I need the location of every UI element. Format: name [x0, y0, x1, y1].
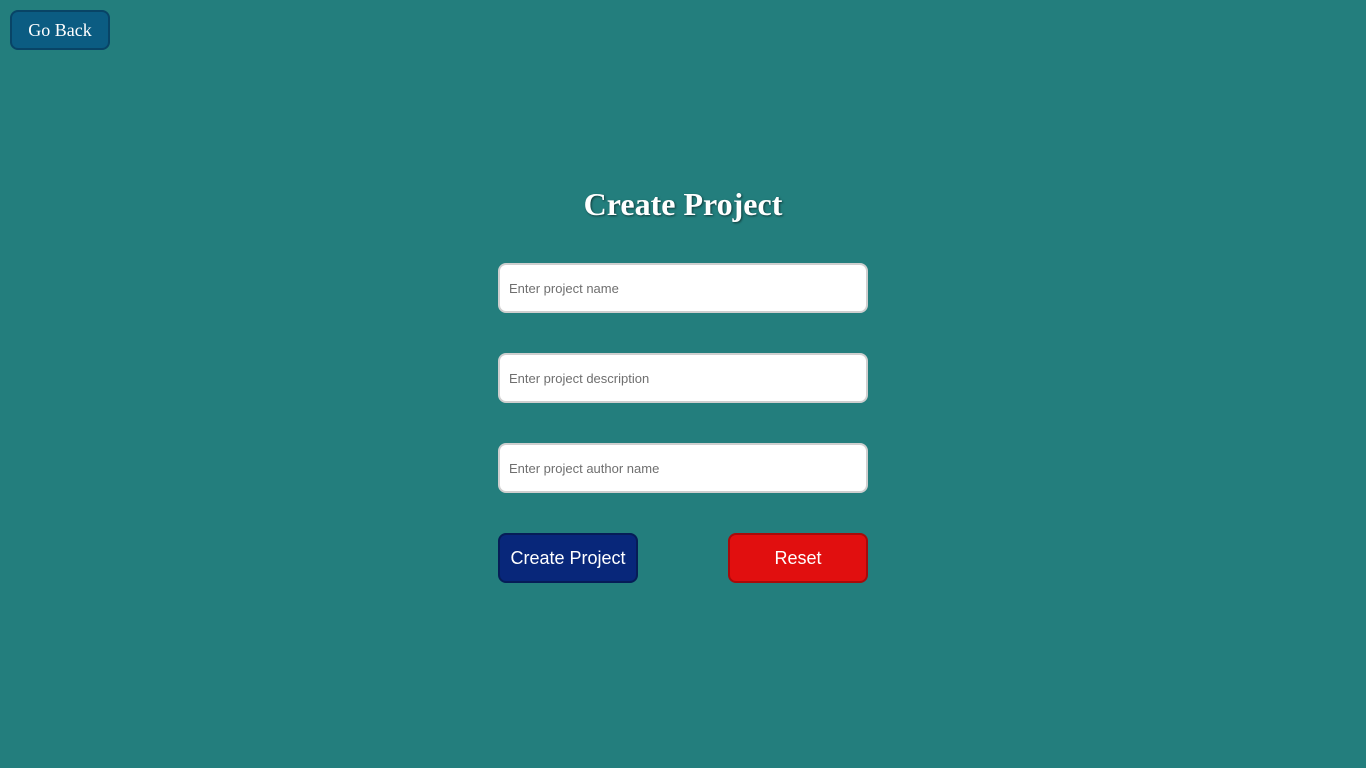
project-name-input[interactable] — [498, 263, 868, 313]
create-project-button[interactable]: Create Project — [498, 533, 638, 583]
page-title: Create Project — [583, 186, 783, 222]
go-back-button[interactable]: Go Back — [10, 10, 110, 50]
project-description-input[interactable] — [498, 353, 868, 403]
reset-button[interactable]: Reset — [728, 533, 868, 583]
project-author-input[interactable] — [498, 443, 868, 493]
